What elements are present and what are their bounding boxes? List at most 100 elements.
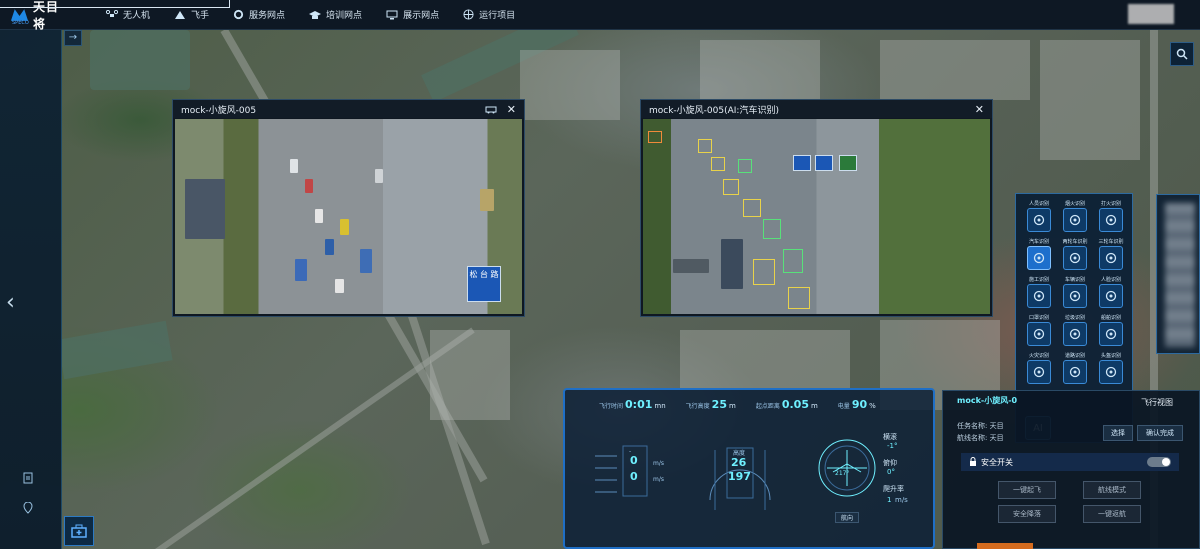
safety-switch-label: 安全开关 — [981, 457, 1013, 467]
ai-recognition-item[interactable]: 三轮车识别 — [1093, 238, 1129, 270]
ai-recognition-item[interactable]: 烟火识别 — [1057, 200, 1093, 232]
graduation-cap-icon — [309, 10, 322, 19]
road-icon[interactable] — [1063, 360, 1087, 384]
nav-item-label: 飞手 — [191, 11, 210, 21]
ai-recognition-item[interactable]: 两轮车识别 — [1057, 238, 1093, 270]
safety-toggle[interactable] — [1147, 457, 1171, 467]
map-search-button[interactable] — [1170, 42, 1194, 66]
detection-box — [788, 287, 810, 309]
safe-landing-button[interactable]: 安全降落 — [998, 505, 1056, 523]
tricycle-icon[interactable] — [1099, 246, 1123, 270]
speed-tape — [595, 445, 648, 497]
detection-box — [711, 157, 725, 171]
map-buildings-3 — [880, 40, 1030, 100]
nav-item-training-points[interactable]: 培训网点 — [309, 0, 362, 30]
task-name-value: 天目 — [989, 422, 1004, 430]
ai-recognition-label: 船舶识别 — [1100, 315, 1121, 321]
face-icon[interactable] — [1099, 284, 1123, 308]
location-pin-icon[interactable] — [22, 501, 40, 520]
ai-recognition-item[interactable]: 头盔识别 — [1093, 352, 1129, 384]
ai-recognition-label: 两轮车识别 — [1062, 239, 1088, 245]
fire-icon[interactable] — [1063, 208, 1087, 232]
detection-box — [698, 139, 712, 153]
detection-box — [648, 131, 662, 143]
nav-item-label: 展示网点 — [403, 11, 440, 21]
ai-recognition-item[interactable]: 车辆识别 — [1057, 276, 1093, 308]
ai-recognition-grid: 人员识别 烟火识别 打火识别汽车识别 两轮车识别 三轮车识别施工识别 车辆识别 人脸识别口罩… — [1021, 200, 1129, 384]
ai-recognition-item[interactable]: 人脸识别 — [1093, 276, 1129, 308]
ai-recognition-item[interactable]: 火灾识别 — [1021, 352, 1057, 384]
ai-recognition-label: 烟火识别 — [1064, 201, 1085, 207]
car-recognize-icon[interactable] — [485, 104, 497, 114]
fire-alarm-icon[interactable] — [1027, 360, 1051, 384]
ai-recognition-label: 人脸识别 — [1100, 277, 1121, 283]
person-icon[interactable] — [1027, 208, 1051, 232]
select-button[interactable]: 选择 — [1103, 425, 1133, 441]
heading-button[interactable]: 航向 — [835, 512, 859, 523]
ai-recognition-item[interactable]: 垃圾识别 — [1057, 314, 1093, 346]
speed-unit: m/s — [653, 460, 664, 467]
detection-box — [753, 259, 775, 285]
route-mode-button[interactable]: 航线模式 — [1083, 481, 1141, 499]
nav-item-display-points[interactable]: 展示网点 — [386, 0, 439, 30]
confirm-complete-button[interactable]: 确认完成 — [1137, 425, 1183, 441]
car-icon[interactable] — [1027, 246, 1051, 270]
project-icon — [463, 9, 474, 20]
ai-recognition-label: 道路识别 — [1064, 353, 1085, 359]
nav-item-label: 运行项目 — [479, 11, 516, 21]
flight-control-panel: mock-小旋风-0 飞行视图 任务名称: 天目 航线名称: 天目 选择 确认完… — [942, 390, 1200, 549]
roll-value: -1° — [887, 442, 898, 450]
video-window-2[interactable]: mock-小旋风-005(AI:汽车识别) ✕ — [640, 99, 993, 317]
vehicle-icon[interactable] — [1063, 284, 1087, 308]
roadside-structure — [185, 179, 225, 239]
pitch-value: 0° — [887, 468, 895, 476]
vehicle — [295, 259, 307, 281]
ai-recognition-item[interactable]: 人员识别 — [1021, 200, 1057, 232]
truck — [721, 239, 743, 289]
close-icon[interactable]: ✕ — [507, 103, 516, 116]
video-window-title: mock-小旋风-005 — [181, 105, 257, 116]
nav-item-projects[interactable]: 运行项目 — [463, 0, 515, 30]
ai-recognition-label: 车辆识别 — [1064, 277, 1085, 283]
one-key-return-button[interactable]: 一键返航 — [1083, 505, 1141, 523]
ai-recognition-item[interactable]: 口罩识别 — [1021, 314, 1057, 346]
route-name-row: 航线名称: 天目 — [957, 433, 1004, 443]
ai-recognition-item[interactable]: 汽车识别 — [1021, 238, 1057, 270]
helmet-icon[interactable] — [1099, 360, 1123, 384]
ship-icon[interactable] — [1099, 322, 1123, 346]
vehicle — [290, 159, 298, 173]
dashboard-instruments — [595, 439, 876, 510]
ai-recognition-item[interactable]: 打火识别 — [1093, 200, 1129, 232]
redacted-content — [1165, 203, 1195, 347]
expand-arrow-button[interactable]: → — [64, 30, 82, 46]
close-icon[interactable]: ✕ — [975, 103, 984, 116]
detection-box — [743, 199, 761, 217]
ai-recognition-item[interactable]: 施工识别 — [1021, 276, 1057, 308]
construction-icon[interactable] — [1027, 284, 1051, 308]
bicycle-icon[interactable] — [1063, 246, 1087, 270]
left-sidebar: ‹ — [0, 30, 62, 549]
flight-view-tab[interactable]: 飞行视图 — [1141, 397, 1173, 408]
drone-name: mock-小旋风-0 — [957, 396, 1018, 405]
trash-icon[interactable] — [1063, 322, 1087, 346]
bottom-status-indicator — [977, 543, 1033, 549]
toolbox-button[interactable] — [64, 516, 94, 546]
ai-recognition-item[interactable]: 船舶识别 — [1093, 314, 1129, 346]
ai-recognition-label: 三轮车识别 — [1098, 239, 1124, 245]
road-sign-text: 松 台 路 — [469, 270, 499, 279]
vehicle — [335, 279, 344, 293]
document-icon[interactable] — [22, 472, 40, 490]
flight-dashboard: 飞行时间 0:01 mn 飞行高度 25 m 起点距离 0.05 m 电量 90% — [563, 388, 935, 549]
nav-item-service-points[interactable]: 服务网点 — [233, 0, 285, 30]
flame-icon[interactable] — [1099, 208, 1123, 232]
ai-recognition-item[interactable]: 道路识别 — [1057, 352, 1093, 384]
chevron-left-icon[interactable]: ‹ — [6, 288, 24, 318]
video-window-title: mock-小旋风-005(AI:汽车识别) — [649, 105, 779, 116]
mask-icon[interactable] — [1027, 322, 1051, 346]
ai-recognition-label: 施工识别 — [1028, 277, 1049, 283]
heading-value: 197 — [728, 470, 751, 483]
detection-box — [763, 219, 781, 239]
video-window-1[interactable]: mock-小旋风-005 ✕ 松 台 路 — [172, 99, 525, 317]
task-name-label: 任务名称: — [957, 422, 988, 430]
one-key-takeoff-button[interactable]: 一键起飞 — [998, 481, 1056, 499]
